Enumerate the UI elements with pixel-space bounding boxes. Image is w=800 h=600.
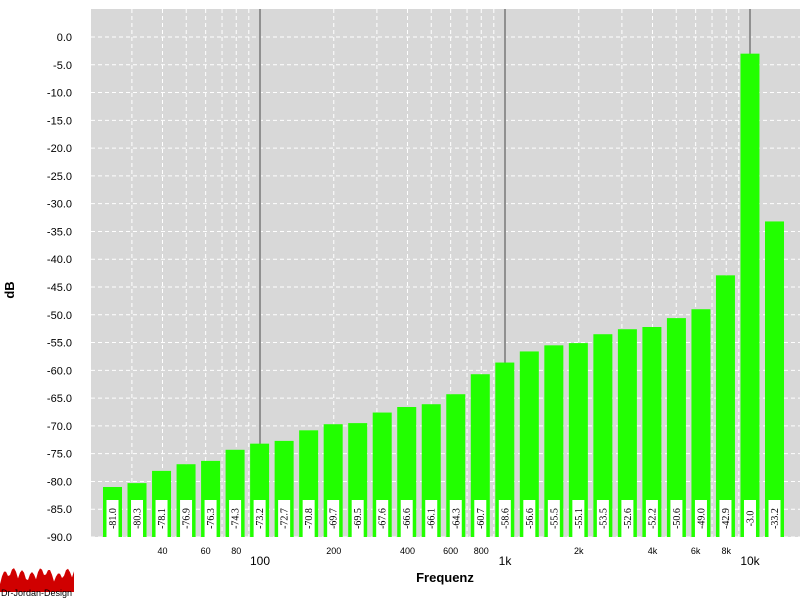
value-label: -50.6 — [672, 508, 683, 529]
y-tick-label: -65.0 — [47, 393, 72, 405]
value-label: -76.3 — [206, 508, 217, 529]
value-label: -66.1 — [427, 508, 438, 529]
x-tick-label-minor: 2k — [574, 546, 584, 556]
x-tick-label-minor: 80 — [231, 546, 241, 556]
x-tick-label-minor: 200 — [326, 546, 341, 556]
x-tick-label-minor: 400 — [400, 546, 415, 556]
x-tick-label-minor: 8k — [721, 546, 731, 556]
value-label: -78.1 — [157, 508, 168, 529]
bar — [765, 221, 784, 537]
y-tick-label: -55.0 — [47, 338, 72, 350]
bar — [740, 53, 760, 538]
value-label: -3.0 — [745, 511, 756, 527]
x-tick-label-minor: 600 — [443, 546, 458, 556]
x-tick-label-major: 1k — [499, 554, 513, 568]
y-tick-label: -75.0 — [47, 449, 72, 461]
x-tick-label-minor: 40 — [157, 546, 167, 556]
y-tick-label: -70.0 — [47, 421, 72, 433]
y-tick-label: -45.0 — [47, 282, 72, 294]
value-label: -49.0 — [696, 508, 707, 529]
y-tick-label: -15.0 — [47, 115, 72, 127]
value-label: -53.5 — [598, 508, 609, 529]
y-tick-label: -10.0 — [47, 88, 72, 100]
value-label: -52.2 — [647, 508, 658, 529]
y-tick-label: -80.0 — [47, 476, 72, 488]
y-tick-label: -30.0 — [47, 199, 72, 211]
x-axis-title: Frequenz — [416, 570, 474, 585]
value-label: -69.5 — [353, 508, 364, 529]
y-tick-label: -60.0 — [47, 365, 72, 377]
x-tick-label-minor: 800 — [474, 546, 489, 556]
value-label: -66.6 — [402, 508, 413, 529]
y-tick-label: -5.0 — [53, 60, 72, 72]
value-label: -69.7 — [329, 508, 340, 529]
value-label: -42.9 — [721, 508, 732, 529]
value-label: -56.6 — [525, 508, 536, 529]
value-label: -72.7 — [280, 508, 291, 529]
x-axis-ticks: 40 60 80 200 400 600 800 2k 4k 6k 8k 100 1k 10k — [157, 546, 760, 568]
value-label: -52.6 — [623, 508, 634, 529]
x-tick-label-major: 100 — [250, 554, 270, 568]
y-tick-label: -25.0 — [47, 171, 72, 183]
bar — [715, 275, 735, 537]
y-tick-label: -40.0 — [47, 254, 72, 266]
spectrum-chart: -81.0 -80.3 -78.1 -76.9 -76.3 -74.3 -73.2 -72.7… — [2, 9, 800, 585]
y-axis-title: dB — [2, 281, 17, 298]
value-label: -64.3 — [451, 508, 462, 529]
value-label: -55.5 — [549, 508, 560, 529]
y-axis-ticks: 0.0 -5.0 -10.0 -15.0 -20.0 -25.0 -30.0 -35.0 -40… — [47, 32, 72, 544]
value-label: -67.6 — [378, 508, 389, 529]
value-label: -73.2 — [255, 508, 266, 529]
y-tick-label: 0.0 — [57, 32, 72, 44]
value-label: -58.6 — [500, 508, 511, 529]
value-label: -70.8 — [304, 508, 315, 529]
x-tick-label-minor: 6k — [691, 546, 701, 556]
value-label: -80.3 — [133, 508, 144, 529]
x-tick-label-major: 10k — [740, 554, 760, 568]
value-label: -81.0 — [108, 508, 119, 529]
y-tick-label: -85.0 — [47, 504, 72, 516]
value-label: -76.9 — [182, 508, 193, 529]
logo-text: Dr-Jordan-Design — [1, 588, 73, 598]
x-tick-label-minor: 60 — [201, 546, 211, 556]
value-label: -60.7 — [476, 508, 487, 529]
y-tick-label: -20.0 — [47, 143, 72, 155]
y-tick-label: -50.0 — [47, 310, 72, 322]
y-tick-label: -90.0 — [47, 532, 72, 544]
value-label: -74.3 — [231, 508, 242, 529]
y-tick-label: -35.0 — [47, 226, 72, 238]
value-label: -33.2 — [770, 508, 781, 529]
value-label: -55.1 — [574, 508, 585, 529]
x-tick-label-minor: 4k — [648, 546, 658, 556]
